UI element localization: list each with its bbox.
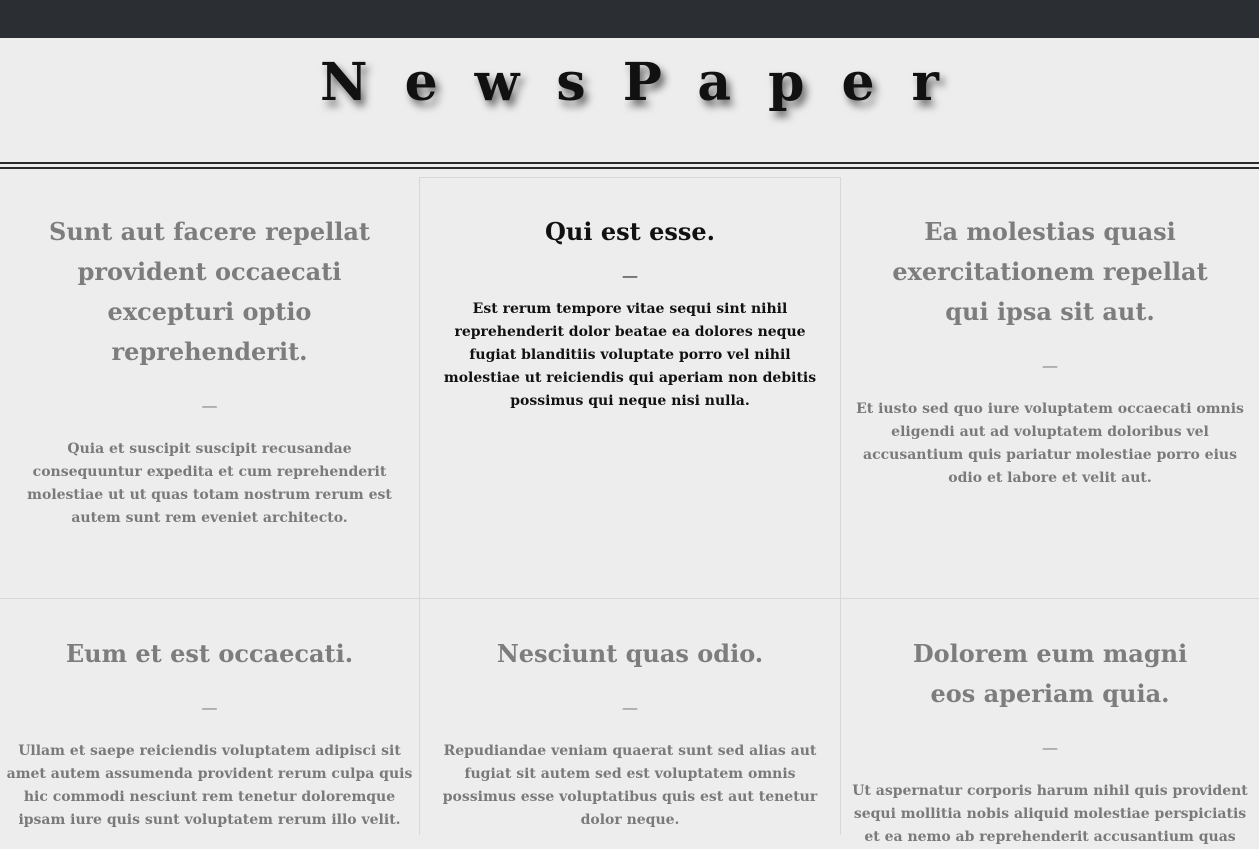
post-separator: — <box>201 396 218 415</box>
masthead: NewsPaper <box>0 38 1259 163</box>
post-card[interactable]: Nesciunt quas odio. — Repudiandae veniam… <box>420 599 840 835</box>
post-title[interactable]: Eum et est occaecati. <box>6 634 413 674</box>
post-title[interactable]: Dolorem eum magni eos aperiam quia. <box>847 634 1253 714</box>
post-card[interactable]: Ea molestias quasi exercitationem repell… <box>841 177 1259 598</box>
post-body: Ut aspernatur corporis harum nihil quis … <box>852 783 1248 845</box>
post-title[interactable]: Ea molestias quasi exercitationem repell… <box>847 212 1253 332</box>
post-separator: — <box>622 698 638 717</box>
post-body: Et iusto sed quo iure voluptatem occaeca… <box>856 401 1244 486</box>
post-body: Quia et suscipit suscipit recusandae con… <box>27 441 392 526</box>
post-separator: — <box>1042 738 1058 757</box>
post-separator: — <box>201 698 218 717</box>
masthead-rule-top <box>0 162 1259 164</box>
masthead-rule-bottom <box>0 167 1259 169</box>
post-title[interactable]: Nesciunt quas odio. <box>426 634 834 674</box>
post-body: Est rerum tempore vitae sequi sint nihil… <box>443 301 817 409</box>
post-card[interactable]: Sunt aut facere repellat provident occae… <box>0 177 419 598</box>
post-title[interactable]: Sunt aut facere repellat provident occae… <box>6 212 413 372</box>
post-separator: — <box>1042 356 1058 375</box>
post-card[interactable]: Eum et est occaecati. — Ullam et saepe r… <box>0 599 419 835</box>
site-title: NewsPaper <box>320 52 976 113</box>
post-card-active[interactable]: Qui est esse. — Est rerum tempore vitae … <box>419 177 841 599</box>
top-bar <box>0 0 1259 38</box>
post-grid: Sunt aut facere repellat provident occae… <box>0 177 1259 845</box>
post-card[interactable]: Dolorem eum magni eos aperiam quia. — Ut… <box>841 599 1259 845</box>
post-title[interactable]: Qui est esse. <box>426 212 834 252</box>
post-body: Ullam et saepe reiciendis voluptatem adi… <box>6 743 413 828</box>
post-body: Repudiandae veniam quaerat sunt sed alia… <box>442 743 818 828</box>
post-separator: — <box>622 266 638 285</box>
